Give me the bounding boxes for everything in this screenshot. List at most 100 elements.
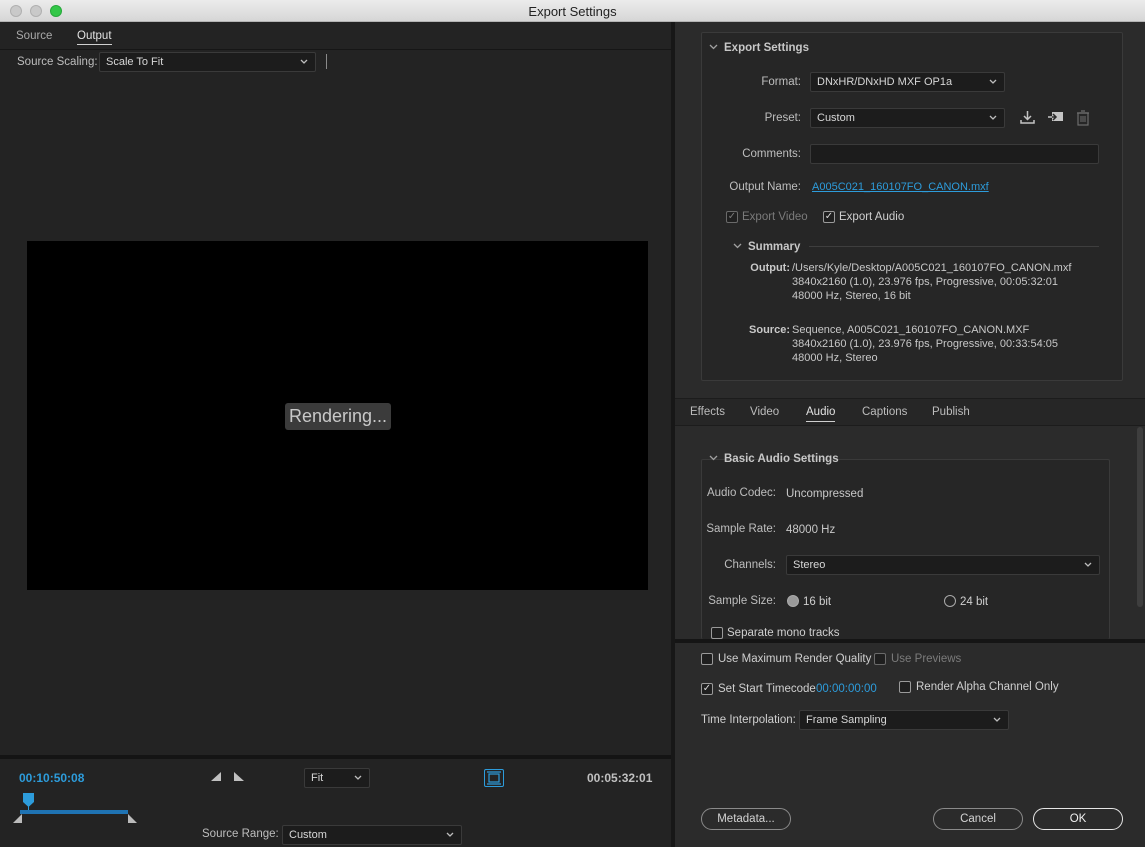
summary-source-line: 3840x2160 (1.0), 23.976 fps, Progressive…	[792, 338, 1059, 350]
preset-value: Custom	[817, 112, 855, 124]
import-preset-icon[interactable]	[1047, 110, 1064, 128]
source-scaling-label: Source Scaling:	[17, 56, 98, 68]
settings-scrollbar[interactable]	[1137, 427, 1143, 607]
preset-label: Preset:	[764, 112, 801, 124]
aspect-ratio-correction-icon[interactable]	[484, 769, 504, 787]
use-previews-checkbox[interactable]	[874, 653, 886, 665]
tab-source[interactable]: Source	[16, 30, 52, 42]
settings-tabs-bar	[675, 398, 1145, 426]
chevron-down-icon	[1083, 558, 1093, 575]
out-point-handle[interactable]	[127, 814, 137, 826]
summary-source-text: Sequence, A005C021_160107FO_CANON.MXF 38…	[792, 323, 1058, 365]
source-range-value: Custom	[289, 829, 327, 841]
output-name-link[interactable]: A005C021_160107FO_CANON.mxf	[812, 181, 989, 193]
set-start-timecode-label: Set Start Timecode	[718, 683, 816, 695]
save-preset-icon[interactable]	[1019, 110, 1036, 128]
work-area-bar[interactable]	[20, 810, 128, 814]
time-interpolation-dropdown[interactable]: Frame Sampling	[799, 710, 1009, 730]
export-audio-checkbox[interactable]: ✓	[823, 211, 835, 223]
ok-button[interactable]: OK	[1033, 808, 1123, 830]
sample-size-16-radio[interactable]	[787, 595, 799, 607]
summary-output-line: /Users/Kyle/Desktop/A005C021_160107FO_CA…	[792, 262, 1072, 274]
export-audio-label: Export Audio	[839, 211, 905, 223]
channels-dropdown[interactable]: Stereo	[786, 555, 1100, 575]
export-settings-header[interactable]: Export Settings	[709, 42, 809, 54]
set-out-point-icon[interactable]	[233, 771, 245, 785]
summary-output-text: /Users/Kyle/Desktop/A005C021_160107FO_CA…	[792, 261, 1071, 303]
out-timecode: 00:05:32:01	[587, 771, 653, 785]
rendering-label: Rendering...	[285, 403, 391, 430]
format-dropdown[interactable]: DNxHR/DNxHD MXF OP1a	[810, 72, 1005, 92]
preview-panel: Source Output Source Scaling: Scale To F…	[0, 22, 675, 847]
tab-video[interactable]: Video	[750, 406, 779, 418]
metadata-button[interactable]: Metadata...	[701, 808, 791, 830]
summary-header[interactable]: Summary	[733, 241, 800, 253]
render-alpha-checkbox[interactable]	[899, 681, 911, 693]
cancel-button[interactable]: Cancel	[933, 808, 1023, 830]
summary-divider	[809, 246, 1099, 247]
title-bar: Export Settings	[0, 0, 1145, 22]
preset-dropdown[interactable]: Custom	[810, 108, 1005, 128]
channels-value: Stereo	[793, 559, 826, 571]
summary-output-line: 48000 Hz, Stereo, 16 bit	[792, 290, 911, 302]
basic-audio-title: Basic Audio Settings	[724, 453, 839, 465]
max-render-quality-checkbox[interactable]	[701, 653, 713, 665]
chevron-down-icon	[733, 242, 742, 253]
tab-publish[interactable]: Publish	[932, 406, 970, 418]
sample-size-24-radio[interactable]	[944, 595, 956, 607]
chevron-down-icon	[992, 713, 1002, 730]
comments-input[interactable]	[810, 144, 1099, 164]
chevron-down-icon	[988, 111, 998, 128]
tab-output[interactable]: Output	[77, 30, 112, 45]
sample-size-label: Sample Size:	[708, 595, 776, 607]
sample-size-16-label: 16 bit	[803, 596, 832, 608]
summary-source-line: Sequence, A005C021_160107FO_CANON.MXF	[792, 324, 1030, 336]
time-interpolation-value: Frame Sampling	[806, 714, 887, 726]
playhead[interactable]	[23, 793, 34, 810]
zoom-value: Fit	[311, 772, 324, 784]
use-previews-label: Use Previews	[891, 653, 962, 665]
summary-output-line: 3840x2160 (1.0), 23.976 fps, Progressive…	[792, 276, 1059, 288]
panel-divider	[675, 639, 1145, 643]
chevron-down-icon	[709, 43, 718, 54]
settings-panel: Export Settings Format: DNxHR/DNxHD MXF …	[675, 22, 1145, 847]
basic-audio-header[interactable]: Basic Audio Settings	[709, 453, 839, 465]
source-range-dropdown[interactable]: Custom	[282, 825, 462, 845]
in-point-handle[interactable]	[13, 814, 23, 826]
separate-mono-label: Separate mono tracks	[727, 627, 840, 639]
zoom-dropdown[interactable]: Fit	[304, 768, 370, 788]
chevron-down-icon	[353, 771, 363, 788]
sample-rate-label: Sample Rate:	[706, 523, 776, 535]
set-in-point-icon[interactable]	[210, 771, 222, 785]
tab-audio[interactable]: Audio	[806, 406, 836, 422]
start-timecode-value[interactable]: 00:00:00:00	[816, 683, 877, 695]
source-output-tabs: Source Output	[0, 22, 671, 50]
time-interpolation-label: Time Interpolation:	[701, 714, 796, 726]
format-label: Format:	[761, 76, 801, 88]
summary-output-label: Output:	[750, 262, 790, 274]
basic-audio-section	[701, 459, 1110, 639]
delete-preset-icon[interactable]	[1076, 110, 1090, 129]
source-scaling-dropdown[interactable]: Scale To Fit	[99, 52, 316, 72]
source-scaling-value: Scale To Fit	[106, 56, 164, 68]
channels-label: Channels:	[724, 559, 776, 571]
timeline-controls: 00:10:50:08 Fit 00:05:32:01 Source Range…	[0, 755, 671, 847]
output-name-label: Output Name:	[729, 181, 801, 193]
export-video-checkbox[interactable]: ✓	[726, 211, 738, 223]
format-value: DNxHR/DNxHD MXF OP1a	[817, 76, 953, 88]
in-timecode[interactable]: 00:10:50:08	[19, 771, 84, 785]
summary-source-line: 48000 Hz, Stereo	[792, 352, 878, 364]
chevron-down-icon	[445, 828, 455, 845]
source-range-label: Source Range:	[202, 828, 279, 840]
summary-title: Summary	[748, 241, 801, 253]
sample-rate-value: 48000 Hz	[786, 524, 836, 536]
separate-mono-checkbox[interactable]	[711, 627, 723, 639]
export-settings-title: Export Settings	[724, 42, 809, 54]
set-start-timecode-checkbox[interactable]: ✓	[701, 683, 713, 695]
tab-effects[interactable]: Effects	[690, 406, 725, 418]
source-scaling-row: Source Scaling: Scale To Fit	[0, 50, 671, 74]
render-alpha-label: Render Alpha Channel Only	[916, 681, 1059, 693]
tab-captions[interactable]: Captions	[862, 406, 907, 418]
chevron-down-icon	[709, 454, 718, 465]
export-video-label: Export Video	[742, 211, 808, 223]
